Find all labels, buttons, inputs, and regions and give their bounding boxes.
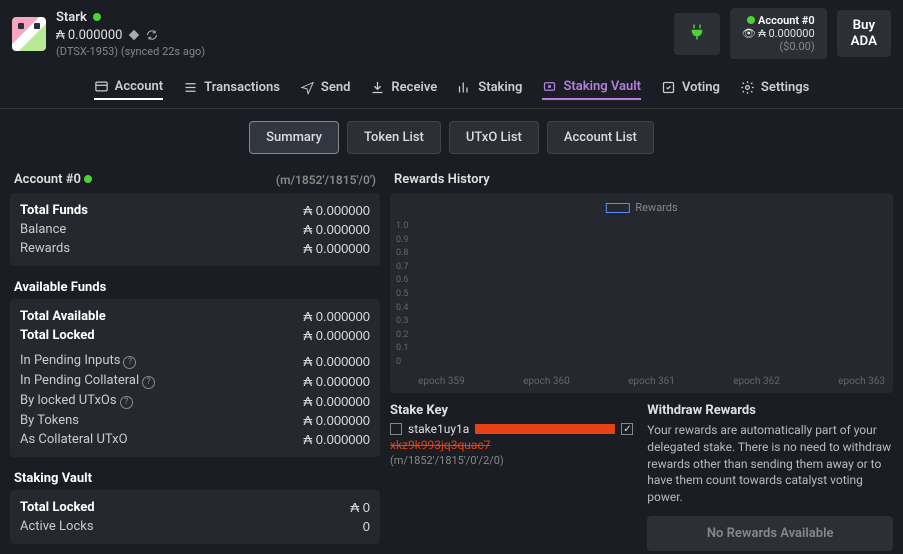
nav-send-label: Send	[321, 80, 351, 95]
rewards-history-title: Rewards History	[394, 172, 490, 187]
stake-key-checkbox-checked[interactable]	[621, 423, 633, 435]
balance-value: ₳ 0.000000	[303, 222, 370, 237]
nav-transactions[interactable]: Transactions	[183, 75, 280, 100]
nav-voting-label: Voting	[682, 80, 720, 95]
nav-send[interactable]: Send	[300, 75, 351, 100]
receive-icon	[370, 80, 385, 95]
wallet-balance-value: ₳ 0.000000	[56, 27, 122, 43]
sv-total-locked-label: Total Locked	[20, 500, 95, 515]
list-icon	[183, 80, 198, 95]
nav-account[interactable]: Account	[94, 75, 163, 100]
tab-summary[interactable]: Summary	[249, 121, 339, 154]
refresh-icon[interactable]	[146, 29, 158, 41]
by-tokens-value: ₳ 0.000000	[303, 413, 370, 428]
tab-utxo-list[interactable]: UTxO List	[449, 121, 539, 154]
available-funds-title: Available Funds	[10, 276, 380, 299]
nav-staking-label: Staking	[478, 80, 522, 95]
tab-account-list[interactable]: Account List	[547, 121, 654, 154]
pending-inputs-value: ₳ 0.000000	[303, 354, 370, 369]
info-icon[interactable]: ?	[142, 376, 155, 389]
nav-staking-vault[interactable]: Staking Vault	[542, 75, 641, 100]
by-tokens-label: By Tokens	[20, 413, 79, 428]
stake-key-redacted-line: xkz9k993jq3quac7	[390, 438, 633, 452]
withdraw-description: Your rewards are automatically part of y…	[647, 422, 893, 506]
sync-status-label: (DTSX-1953) (synced 22s ago)	[56, 45, 205, 58]
vault-icon	[542, 79, 557, 94]
send-icon	[300, 80, 315, 95]
stake-key-path: (m/1852'/1815'/0'/2/0)	[390, 454, 633, 467]
plug-icon	[688, 23, 706, 41]
total-funds-value: ₳ 0.000000	[303, 203, 370, 218]
active-locks-value: 0	[363, 519, 370, 534]
account-derivation-path: (m/1852'/1815'/0')	[276, 173, 376, 187]
pending-inputs-label: In Pending Inputs?	[20, 353, 136, 369]
info-icon[interactable]: ?	[123, 356, 136, 369]
account-status-icon	[747, 16, 755, 24]
voting-icon	[661, 80, 676, 95]
total-locked-label: Total Locked	[20, 328, 95, 343]
staking-icon	[457, 80, 472, 95]
gear-icon	[740, 80, 755, 95]
active-locks-label: Active Locks	[20, 519, 94, 534]
info-icon[interactable]: ?	[120, 396, 133, 409]
collateral-utxo-value: ₳ 0.000000	[303, 432, 370, 447]
balance-label: Balance	[20, 222, 66, 237]
locked-utxos-value: ₳ 0.000000	[303, 394, 370, 409]
staking-vault-title: Staking Vault	[10, 467, 380, 490]
total-available-value: ₳ 0.000000	[303, 309, 370, 324]
nav-account-label: Account	[115, 79, 163, 94]
connect-button[interactable]	[674, 13, 720, 55]
total-available-label: Total Available	[20, 309, 106, 324]
nav-staking-vault-label: Staking Vault	[563, 79, 641, 94]
nav-settings-label: Settings	[761, 80, 809, 95]
rewards-value: ₳ 0.000000	[303, 241, 370, 256]
nav-receive-label: Receive	[391, 80, 437, 95]
status-dot-icon	[93, 13, 101, 21]
locked-utxos-label: By locked UTxOs?	[20, 393, 133, 409]
total-funds-label: Total Funds	[20, 203, 88, 218]
withdraw-title: Withdraw Rewards	[647, 403, 893, 418]
rewards-label: Rewards	[20, 241, 70, 256]
account-status-dot-icon	[84, 175, 92, 183]
buy-ada-button[interactable]: BuyADA	[837, 10, 891, 58]
account-label: Account #0	[758, 14, 815, 27]
stake-key-checkbox[interactable]	[390, 423, 402, 435]
stake-key-prefix: stake1uy1a	[408, 422, 469, 436]
account-icon	[94, 79, 109, 94]
sv-total-locked-value: ₳ 0	[350, 500, 370, 515]
nav-voting[interactable]: Voting	[661, 75, 720, 100]
total-locked-value: ₳ 0.000000	[303, 328, 370, 343]
nav-settings[interactable]: Settings	[740, 75, 809, 100]
account-panel-title: Account #0	[14, 172, 81, 187]
account-balance-value: ₳ 0.000000	[758, 27, 814, 40]
diamond-icon	[128, 29, 140, 41]
wallet-name-label: Stark	[56, 10, 87, 25]
pending-collateral-value: ₳ 0.000000	[303, 374, 370, 389]
no-rewards-button: No Rewards Available	[647, 516, 893, 551]
pending-collateral-label: In Pending Collateral?	[20, 373, 155, 389]
stake-key-title: Stake Key	[390, 403, 633, 418]
collateral-utxo-label: As Collateral UTxO	[20, 432, 128, 447]
rewards-chart: Rewards 1.00.90.80.70.60.50.40.30.20.10 …	[390, 193, 893, 393]
nav-staking[interactable]: Staking	[457, 75, 522, 100]
tab-token-list[interactable]: Token List	[347, 121, 441, 154]
redacted-icon	[475, 424, 615, 434]
account-summary-box[interactable]: Account #0 👁 ₳ 0.000000 ($0.00)	[730, 8, 827, 59]
legend-swatch-icon	[605, 203, 629, 213]
account-fiat-value: ($0.00)	[742, 40, 815, 53]
nav-transactions-label: Transactions	[204, 80, 280, 95]
wallet-avatar[interactable]	[12, 17, 46, 51]
nav-receive[interactable]: Receive	[370, 75, 437, 100]
legend-label: Rewards	[635, 201, 677, 214]
